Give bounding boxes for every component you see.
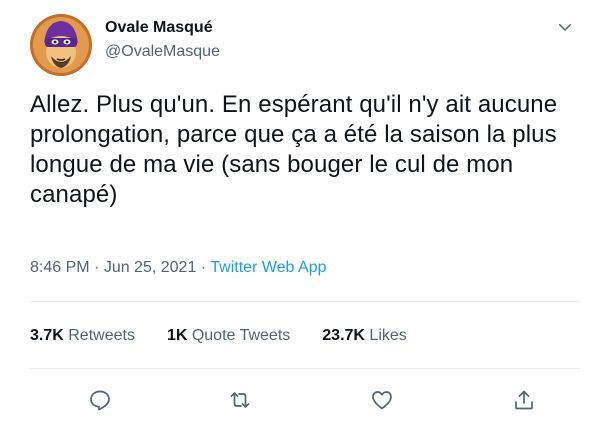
meta-separator: ·	[89, 259, 104, 276]
retweets-count: 3.7K	[30, 327, 64, 344]
quote-tweets-count: 1K	[166, 327, 188, 344]
divider	[30, 368, 580, 369]
tweet-date[interactable]: Jun 25, 2021	[104, 259, 197, 276]
retweets-label: Retweets	[63, 327, 135, 344]
meta-separator: ·	[196, 259, 211, 276]
tweet-text: Allez. Plus qu'un. En espérant qu'il n'y…	[30, 91, 558, 208]
tweet-meta: 8:46 PM · Jun 25, 2021 · Twitter Web App	[30, 258, 326, 278]
likes-count: 23.7K	[322, 327, 365, 344]
retweet-icon	[230, 392, 250, 408]
quote-tweets-stat[interactable]: 1K Quote Tweets	[167, 326, 290, 346]
retweets-stat[interactable]: 3.7K Retweets	[30, 326, 135, 346]
quote-tweets-label: Quote Tweets	[187, 327, 291, 344]
avatar[interactable]	[30, 14, 92, 76]
tweet-actions	[0, 382, 600, 422]
divider	[30, 301, 580, 302]
tweet-stats: 3.7K Retweets 1K Quote Tweets 23.7K Like…	[30, 326, 439, 346]
tweet-card: Ovale Masqué @OvaleMasque Allez. Plus qu…	[0, 0, 600, 430]
likes-label: Likes	[364, 327, 407, 344]
likes-stat[interactable]: 23.7K Likes	[322, 326, 407, 346]
chevron-down-icon	[559, 24, 571, 31]
reply-icon	[90, 390, 110, 411]
share-button[interactable]	[506, 382, 542, 418]
more-options-button[interactable]	[552, 14, 578, 40]
tweet-time[interactable]: 8:46 PM	[30, 259, 90, 276]
user-names: Ovale Masqué @OvaleMasque	[105, 18, 220, 62]
reply-button[interactable]	[82, 382, 118, 418]
user-handle[interactable]: @OvaleMasque	[105, 42, 220, 62]
heart-icon	[372, 391, 392, 410]
tweet-header: Ovale Masqué @OvaleMasque	[30, 12, 580, 78]
tweet-source-link[interactable]: Twitter Web App	[210, 259, 326, 276]
like-button[interactable]	[364, 382, 400, 418]
display-name[interactable]: Ovale Masqué	[105, 18, 220, 38]
retweet-button[interactable]	[222, 382, 258, 418]
share-icon	[515, 390, 533, 410]
avatar-image	[30, 14, 92, 76]
